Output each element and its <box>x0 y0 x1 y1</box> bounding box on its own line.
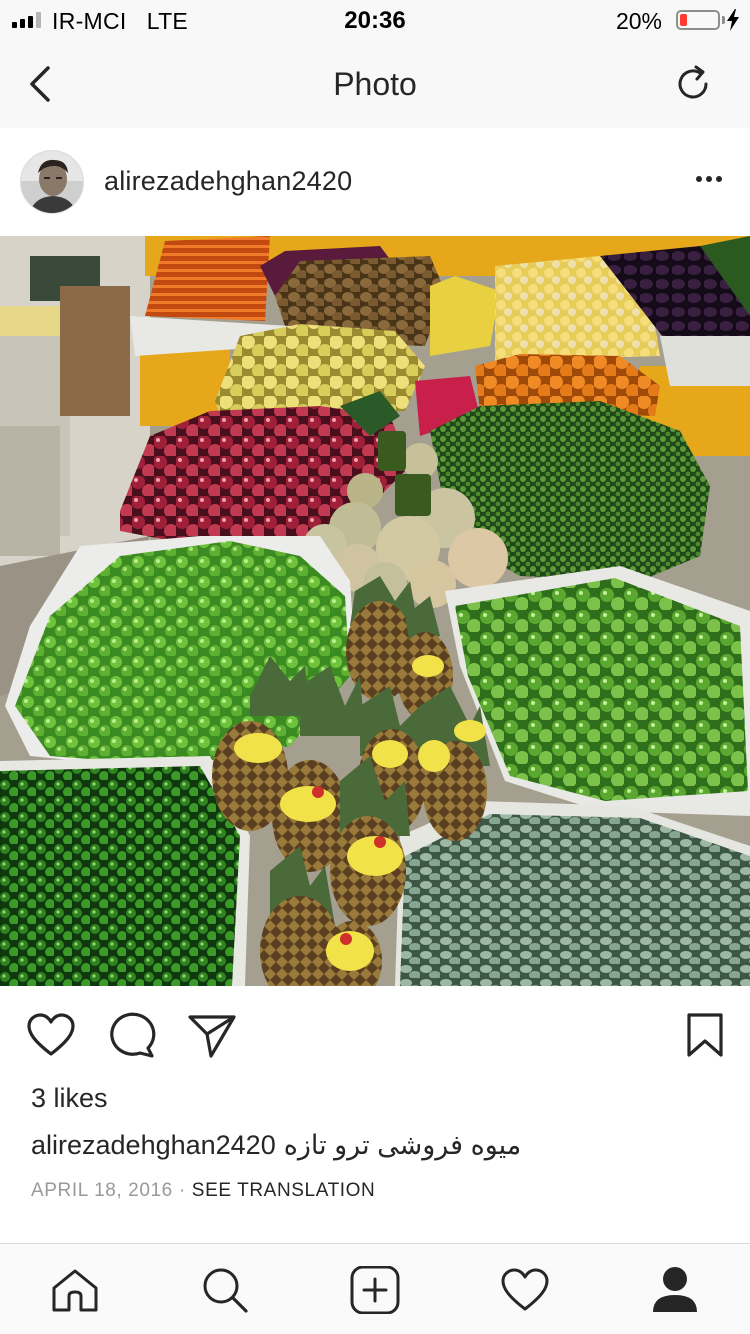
page-title: Photo <box>333 66 417 102</box>
bookmark-icon[interactable] <box>680 1012 730 1058</box>
battery-icon <box>676 10 720 30</box>
navigation-bar: Photo <box>0 40 750 128</box>
battery-level-fill <box>680 14 687 26</box>
send-icon[interactable] <box>187 1012 237 1058</box>
tab-bar <box>0 1243 750 1334</box>
search-icon[interactable] <box>200 1266 250 1314</box>
meta-separator: · <box>178 1180 186 1201</box>
caption-username[interactable]: alirezadehghan2420 <box>31 1130 276 1160</box>
battery-percent: 20% <box>615 8 662 34</box>
comment-icon[interactable] <box>108 1012 158 1058</box>
post-photo[interactable] <box>0 236 750 986</box>
user-avatar-image <box>21 151 83 213</box>
heart-outline-icon[interactable] <box>26 1012 76 1058</box>
refresh-icon[interactable] <box>672 62 716 106</box>
avatar[interactable] <box>20 150 84 214</box>
see-translation-link[interactable]: SEE TRANSLATION <box>192 1180 376 1201</box>
battery-nub <box>722 16 725 24</box>
profile-icon[interactable] <box>650 1266 700 1314</box>
caption-text: میوه فروشی ترو تازه <box>283 1130 522 1160</box>
fruit-market-photo <box>0 236 750 986</box>
more-horizontal-icon[interactable] <box>696 176 722 182</box>
add-post-icon[interactable] <box>350 1266 400 1314</box>
post-date: APRIL 18, 2016 <box>31 1180 173 1201</box>
post-meta: APRIL 18, 2016 · SEE TRANSLATION <box>31 1180 375 1202</box>
post-username[interactable]: alirezadehghan2420 <box>104 166 352 197</box>
post-caption: alirezadehghan2420 میوه فروشی ترو تازه <box>31 1130 521 1161</box>
activity-heart-icon[interactable] <box>500 1266 550 1314</box>
post-actions <box>0 986 750 1082</box>
post-header: alirezadehghan2420 <box>0 128 750 236</box>
charging-bolt-icon <box>727 9 739 31</box>
likes-count[interactable]: 3 likes <box>31 1083 108 1114</box>
status-bar: IR-MCI LTE 20:36 20% <box>0 0 750 40</box>
home-icon[interactable] <box>50 1266 100 1314</box>
